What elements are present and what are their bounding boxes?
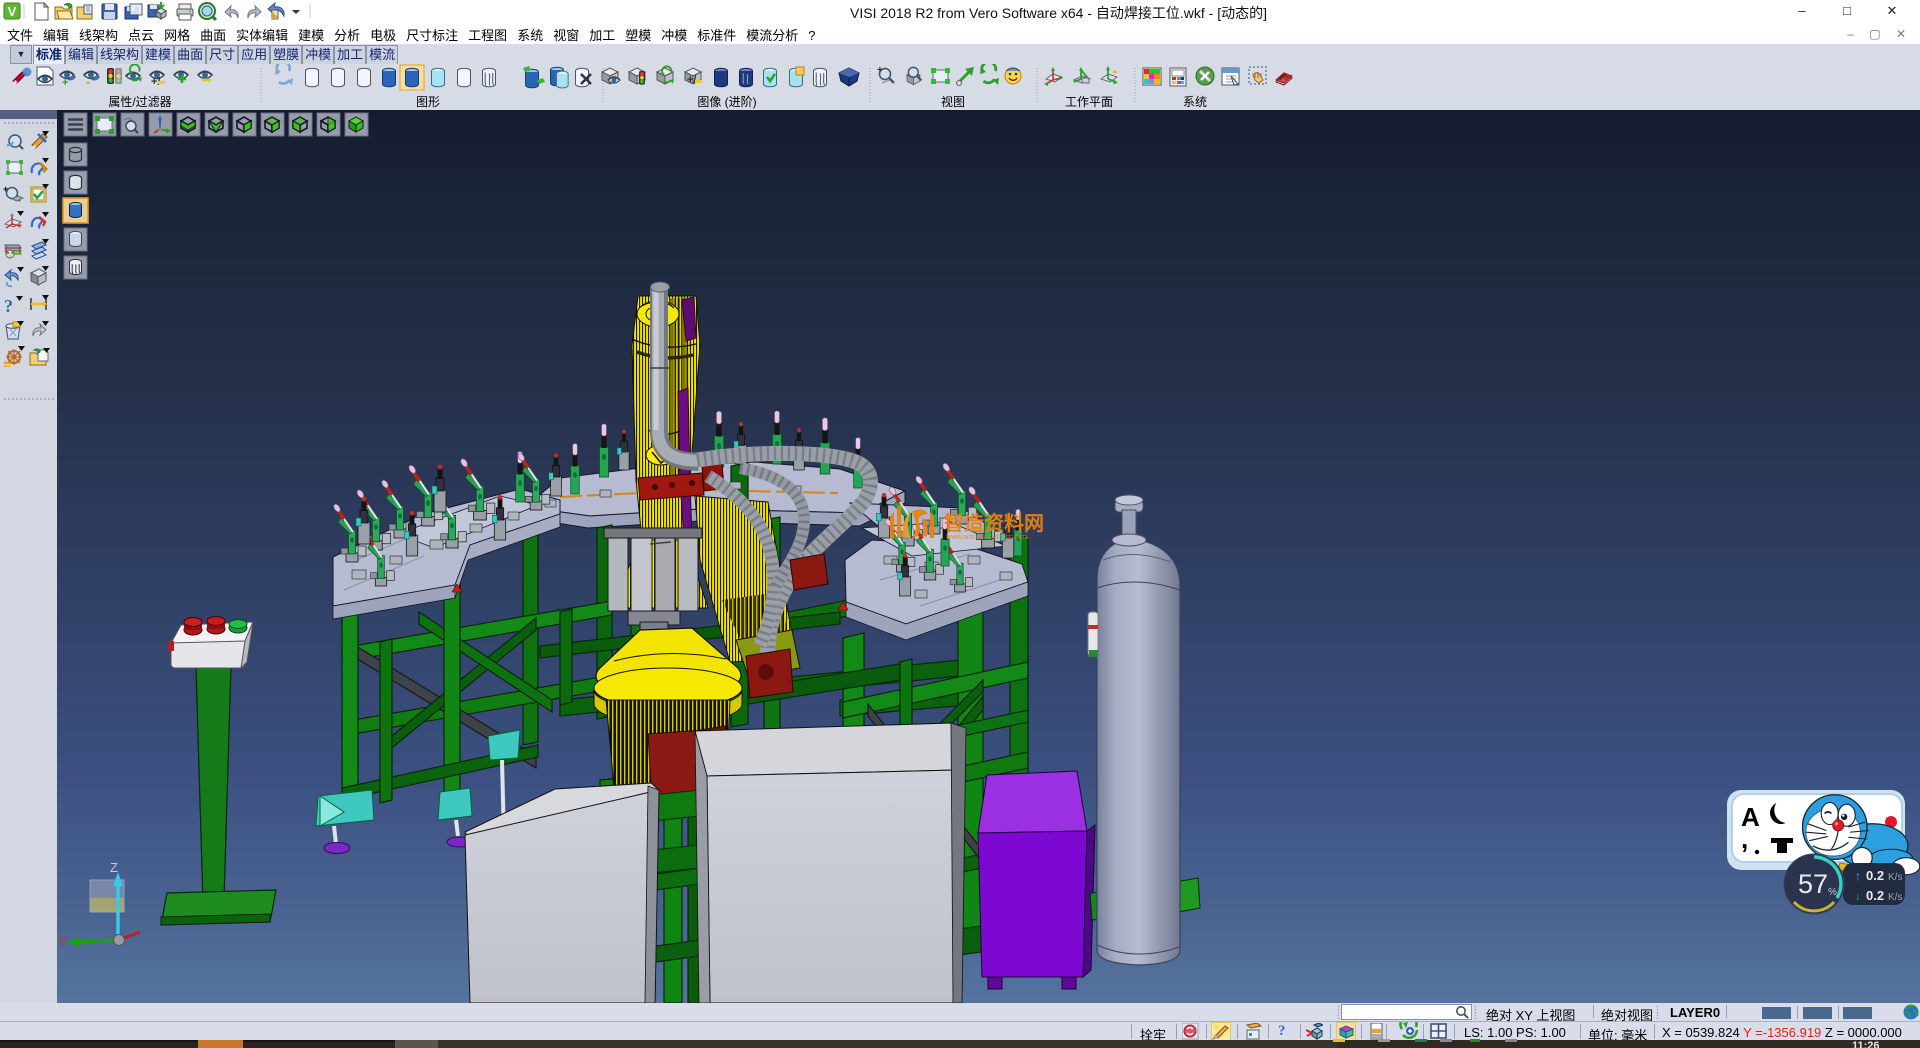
svg-text:+: + <box>877 65 883 76</box>
svg-text:↑: ↑ <box>1855 869 1861 883</box>
svg-text:智造资料网: 智造资料网 <box>944 511 1044 535</box>
svg-text:图形: 图形 <box>416 95 440 109</box>
svg-text:+: + <box>62 77 68 89</box>
svg-text:属性/过滤器: 属性/过滤器 <box>108 95 171 109</box>
svg-text:↓: ↓ <box>1855 889 1861 903</box>
svg-text:?: ? <box>4 296 13 316</box>
svg-text:V: V <box>8 4 17 19</box>
svg-text:图像 (进阶): 图像 (进阶) <box>697 95 756 109</box>
svg-text:系统: 系统 <box>1183 95 1207 109</box>
svg-text:Y: Y <box>58 934 67 949</box>
svg-text:视图: 视图 <box>941 94 965 109</box>
svg-text:0.2: 0.2 <box>1866 888 1884 903</box>
svg-text:K/s: K/s <box>1888 872 1902 883</box>
svg-text:Z: Z <box>110 860 118 875</box>
svg-text:K/s: K/s <box>1888 892 1902 903</box>
svg-text:-: - <box>86 75 90 89</box>
svg-text:%: % <box>1828 887 1837 898</box>
svg-text:0.2: 0.2 <box>1866 868 1884 883</box>
svg-text:+: + <box>3 184 8 194</box>
svg-text:WWW.INTELLIGENT MFG DATA: WWW.INTELLIGENT MFG DATA <box>946 535 1029 541</box>
svg-text:,: , <box>1741 824 1748 854</box>
svg-text:57: 57 <box>1798 869 1828 899</box>
svg-text:工作平面: 工作平面 <box>1065 95 1113 109</box>
